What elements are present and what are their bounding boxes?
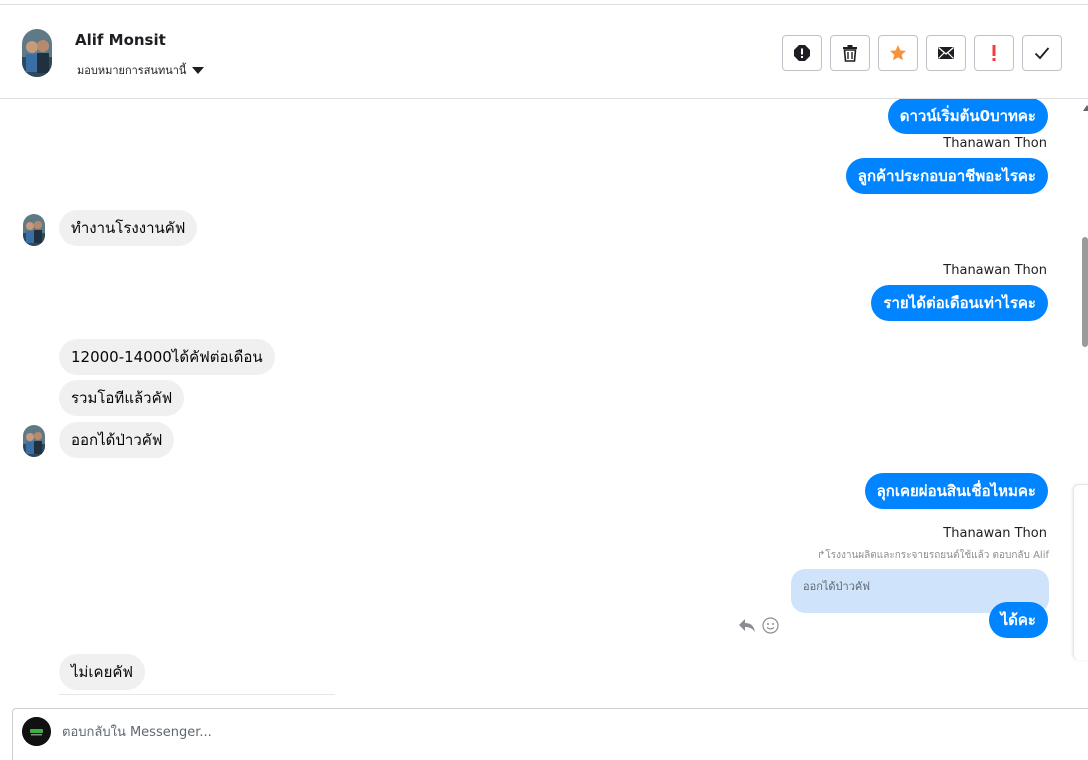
reply-input[interactable] <box>62 721 762 743</box>
side-panel-edge[interactable] <box>1073 484 1088 660</box>
contact-avatar-small <box>23 425 45 457</box>
caret-down-icon <box>192 66 205 74</box>
conversation-header: Alif Monsit มอบหมายการสนทนานี้ <box>0 4 1088 99</box>
outgoing-message[interactable]: ดาวน์เริ่มต้น0บาทคะ <box>887 99 1048 134</box>
contact-name[interactable]: Alif Monsit <box>75 31 166 49</box>
reply-context: ↱โรงงานผลิตและกระจายรถยนต์ใช้แล้ว ตอบกลั… <box>817 548 1049 563</box>
trash-icon <box>843 45 857 62</box>
reply-hint-text: โรงงานผลิตและกระจายรถยนต์ใช้แล้ว ตอบกลับ… <box>825 550 1049 561</box>
reply-composer <box>12 708 1088 760</box>
delete-button[interactable] <box>830 35 870 71</box>
outgoing-message[interactable]: รายได้ต่อเดือนเท่าไรคะ <box>871 285 1048 321</box>
star-icon <box>890 45 906 61</box>
divider <box>59 694 335 695</box>
outgoing-message[interactable]: ได้คะ <box>988 602 1048 638</box>
assign-conversation-dropdown[interactable]: มอบหมายการสนทนานี้ <box>77 61 205 79</box>
incoming-message[interactable]: ไม่เคยคัฟ <box>59 654 146 690</box>
spam-button[interactable] <box>782 35 822 71</box>
page-avatar <box>22 717 51 746</box>
alert-circle-icon <box>794 45 810 61</box>
checkmark-icon <box>1034 47 1050 60</box>
incoming-message[interactable]: ออกได้ป่าวคัฟ <box>59 422 175 458</box>
email-button[interactable] <box>926 35 966 71</box>
scrollbar-thumb[interactable] <box>1082 237 1088 347</box>
contact-avatar-small <box>23 214 45 246</box>
sender-name: Thanawan Thon <box>943 526 1047 541</box>
contact-avatar[interactable] <box>22 29 52 77</box>
outgoing-message[interactable]: ลูกค้าประกอบอาชีพอะไรคะ <box>845 158 1048 194</box>
star-button[interactable] <box>878 35 918 71</box>
sender-name: Thanawan Thon <box>943 136 1047 151</box>
done-button[interactable] <box>1022 35 1062 71</box>
incoming-message[interactable]: ทำงานโรงงานคัฟ <box>59 210 198 246</box>
follow-up-button[interactable] <box>974 35 1014 71</box>
reply-icon[interactable] <box>738 617 756 633</box>
sender-name: Thanawan Thon <box>943 263 1047 278</box>
quoted-text: ออกได้ป่าวคัฟ <box>803 580 871 593</box>
scroll-up-arrow-icon[interactable] <box>1083 105 1088 111</box>
emoji-reaction-icon[interactable] <box>762 617 779 634</box>
assign-label: มอบหมายการสนทนานี้ <box>77 64 187 77</box>
message-thread: ดาวน์เริ่มต้น0บาทคะ Thanawan Thon ลูกค้า… <box>0 99 1072 697</box>
exclamation-icon <box>992 45 996 61</box>
incoming-message[interactable]: รวมโอทีแล้วคัฟ <box>59 380 185 416</box>
outgoing-message[interactable]: ลุกเคยผ่อนสินเชื่อไหมคะ <box>864 473 1048 509</box>
incoming-message[interactable]: 12000-14000ได้คัฟต่อเดือน <box>59 339 275 375</box>
envelope-icon <box>938 46 954 59</box>
message-tools <box>738 617 779 634</box>
header-actions <box>782 35 1062 71</box>
